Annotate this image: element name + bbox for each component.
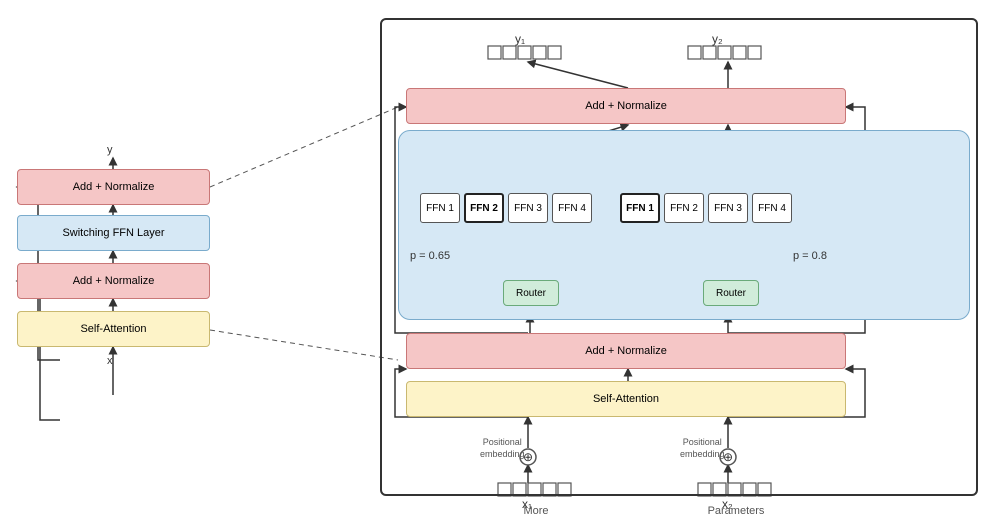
right-router-label: Router <box>716 288 746 299</box>
right-ffn3-box: FFN 3 <box>708 193 748 223</box>
right-ffn2-label: FFN 2 <box>670 203 698 214</box>
left-x-label: x <box>107 355 113 367</box>
right-top-add-norm-box: Add + Normalize <box>406 88 846 124</box>
left-ffn3-box: FFN 3 <box>508 193 548 223</box>
diagram-container: ⊗ ⊗ ⊕ ⊕ <box>0 0 1000 513</box>
left-add-norm-mid-box: Add + Normalize <box>17 263 210 299</box>
left-add-norm-top-label: Add + Normalize <box>73 181 155 193</box>
left-switching-box: Switching FFN Layer <box>17 215 210 251</box>
params-label: Parameters <box>706 505 766 517</box>
left-ffn2-label: FFN 2 <box>470 203 498 214</box>
left-ffn1-label: FFN 1 <box>426 203 454 214</box>
left-self-attn-box: Self-Attention <box>17 311 210 347</box>
right-bot-add-norm-box: Add + Normalize <box>406 333 846 369</box>
left-add-norm-mid-label: Add + Normalize <box>73 275 155 287</box>
left-add-norm-top-box: Add + Normalize <box>17 169 210 205</box>
right-self-attn-box: Self-Attention <box>406 381 846 417</box>
right-router-box: Router <box>703 280 759 306</box>
right-top-add-norm-label: Add + Normalize <box>585 100 667 112</box>
pos-emb-left-label: Positionalembedding <box>480 437 525 460</box>
p-right-label: p = 0.8 <box>793 250 827 262</box>
right-self-attn-label: Self-Attention <box>593 393 659 405</box>
left-router-box: Router <box>503 280 559 306</box>
y1-label: y₁ <box>515 32 525 46</box>
right-ffn1-label: FFN 1 <box>626 203 654 214</box>
p-left-label: p = 0.65 <box>410 250 450 262</box>
left-ffn2-box: FFN 2 <box>464 193 504 223</box>
left-ffn3-label: FFN 3 <box>514 203 542 214</box>
right-ffn4-box: FFN 4 <box>752 193 792 223</box>
left-self-attn-label: Self-Attention <box>80 323 146 335</box>
right-ffn2-box: FFN 2 <box>664 193 704 223</box>
more-label: More <box>516 505 556 517</box>
y2-label: y₂ <box>712 32 723 46</box>
right-ffn4-label: FFN 4 <box>758 203 786 214</box>
left-ffn4-label: FFN 4 <box>558 203 586 214</box>
left-router-label: Router <box>516 288 546 299</box>
blue-switching-panel <box>398 130 970 320</box>
right-ffn3-label: FFN 3 <box>714 203 742 214</box>
left-y-label: y <box>107 144 113 156</box>
left-ffn4-box: FFN 4 <box>552 193 592 223</box>
right-bot-add-norm-label: Add + Normalize <box>585 345 667 357</box>
left-ffn1-box: FFN 1 <box>420 193 460 223</box>
right-ffn1-box: FFN 1 <box>620 193 660 223</box>
left-switching-label: Switching FFN Layer <box>62 227 164 239</box>
pos-emb-right-label: Positionalembedding <box>680 437 725 460</box>
